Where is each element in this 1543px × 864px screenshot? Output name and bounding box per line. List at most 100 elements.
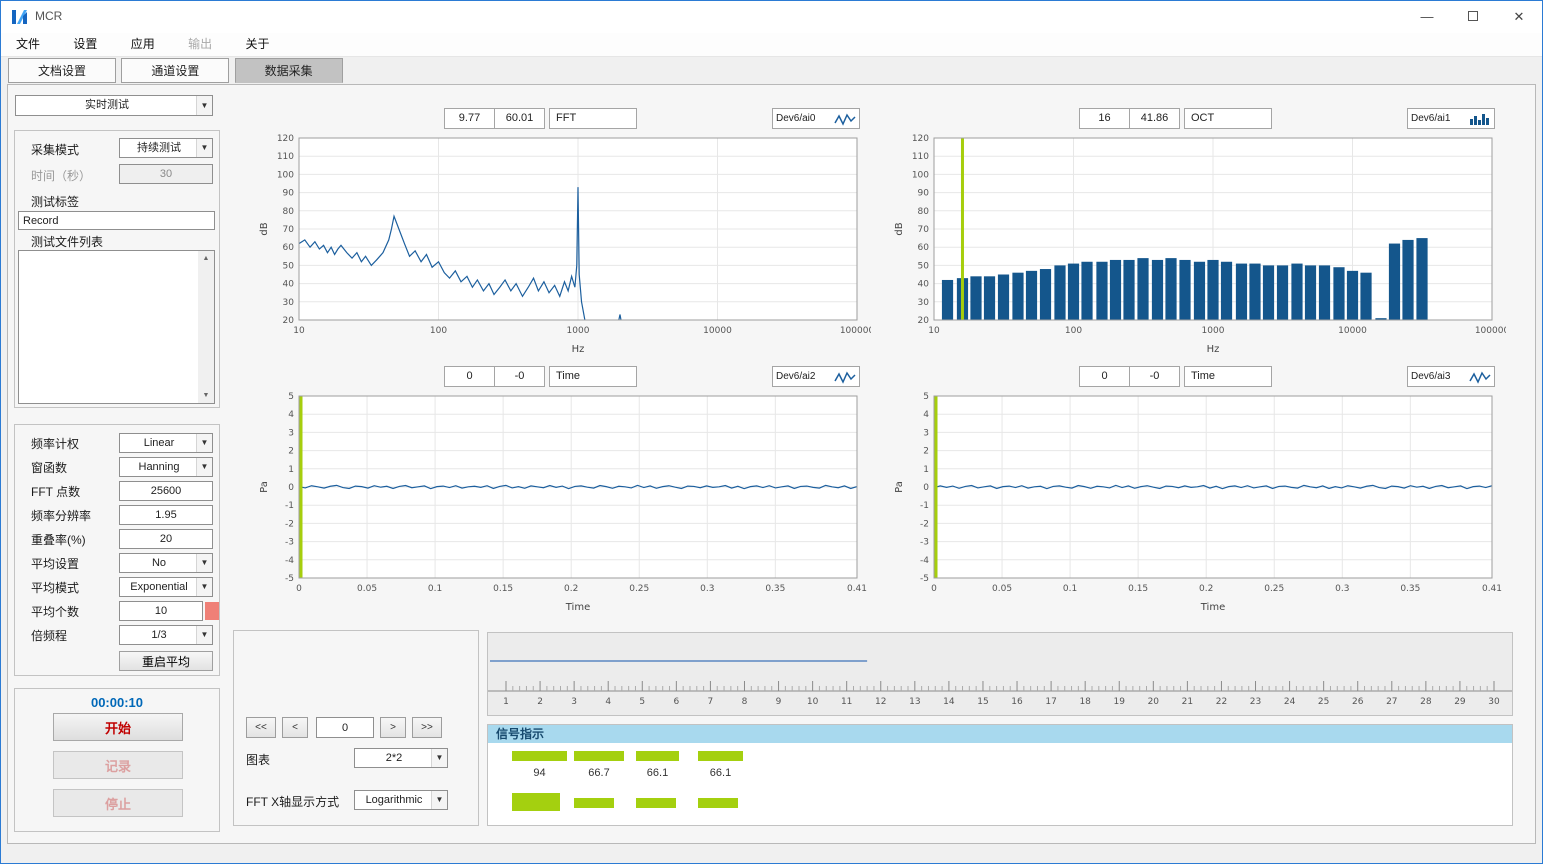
cursor-y-readout: 41.86: [1129, 108, 1180, 129]
window-function-label: 窗函数: [31, 459, 67, 476]
svg-text:60: 60: [283, 243, 295, 253]
last-page-button[interactable]: >>: [412, 717, 442, 738]
svg-text:-1: -1: [920, 501, 929, 511]
next-page-button[interactable]: >: [380, 717, 406, 738]
tab-data-acquisition[interactable]: 数据采集: [235, 58, 343, 83]
window-function-select[interactable]: Hanning▼: [119, 457, 213, 477]
svg-text:5: 5: [639, 697, 645, 707]
overlap-input[interactable]: [119, 529, 213, 549]
restart-average-button[interactable]: 重启平均: [119, 651, 213, 671]
app-logo-icon: [11, 8, 29, 26]
test-file-listbox[interactable]: ▲ ▼: [18, 250, 215, 404]
svg-text:70: 70: [918, 225, 930, 235]
device-name: Dev6/ai2: [776, 367, 815, 386]
menu-file[interactable]: 文件: [1, 33, 55, 56]
svg-text:2: 2: [537, 697, 543, 707]
chevron-down-icon: ▼: [431, 791, 447, 809]
freq-resolution-input[interactable]: [119, 505, 213, 525]
svg-text:100000: 100000: [840, 326, 871, 336]
listbox-scrollbar[interactable]: ▲ ▼: [198, 251, 214, 403]
tab-document-settings[interactable]: 文档设置: [8, 58, 116, 83]
svg-text:Time: Time: [565, 602, 590, 613]
svg-text:19: 19: [1114, 697, 1126, 707]
menu-settings[interactable]: 设置: [58, 33, 112, 56]
svg-text:1000: 1000: [567, 326, 590, 336]
fft-plot[interactable]: 2030405060708090100110120101001000100001…: [241, 130, 871, 365]
svg-text:-1: -1: [285, 501, 294, 511]
chart-layout-select[interactable]: 2*2▼: [354, 748, 448, 768]
time-plot-ai2[interactable]: -5-4-3-2-101234500.050.10.150.20.250.30.…: [241, 388, 871, 623]
page-number-input[interactable]: [316, 717, 374, 738]
svg-text:27: 27: [1386, 697, 1397, 707]
svg-text:30: 30: [918, 298, 930, 308]
svg-text:0: 0: [923, 483, 929, 493]
first-page-button[interactable]: <<: [246, 717, 276, 738]
acq-mode-select[interactable]: 持续测试 ▼: [119, 138, 213, 158]
menu-about[interactable]: 关于: [230, 33, 284, 56]
cursor-y-readout: 60.01: [494, 108, 545, 129]
svg-text:0.35: 0.35: [1400, 584, 1420, 594]
svg-text:2: 2: [923, 447, 929, 457]
svg-text:2: 2: [288, 447, 294, 457]
svg-text:100: 100: [1065, 326, 1082, 336]
minimize-button[interactable]: —: [1404, 1, 1450, 33]
svg-text:90: 90: [918, 189, 930, 199]
chevron-down-icon: ▼: [196, 458, 212, 476]
freq-weighting-select[interactable]: Linear▼: [119, 433, 213, 453]
time-plot-ai3[interactable]: -5-4-3-2-101234500.050.10.150.20.250.30.…: [876, 388, 1506, 623]
prev-page-button[interactable]: <: [282, 717, 308, 738]
start-button[interactable]: 开始: [53, 713, 183, 741]
svg-text:30: 30: [283, 298, 295, 308]
octave-plot[interactable]: 2030405060708090100110120101001000100001…: [876, 130, 1506, 365]
svg-text:Hz: Hz: [572, 344, 585, 355]
device-selector[interactable]: Dev6/ai0: [772, 108, 860, 129]
acq-mode-label: 采集模式: [31, 141, 79, 158]
average-mode-select[interactable]: Exponential▼: [119, 577, 213, 597]
chart-header: 0 -0 Time Dev6/ai2: [241, 366, 874, 388]
menu-application[interactable]: 应用: [116, 33, 170, 56]
svg-text:1: 1: [503, 697, 509, 707]
octave-select[interactable]: 1/3▼: [119, 625, 213, 645]
average-count-input[interactable]: [119, 601, 203, 621]
svg-text:6: 6: [673, 697, 679, 707]
main-panel: 实时测试 ▼ 采集模式 持续测试 ▼ 时间（秒） 测试标签 测试文件列表 ▲ ▼: [7, 84, 1536, 844]
svg-text:14: 14: [943, 697, 955, 707]
record-name-input[interactable]: [18, 211, 215, 230]
fft-points-input[interactable]: [119, 481, 213, 501]
timeline-scrollbar[interactable]: 1234567891011121314151617181920212223242…: [487, 632, 1513, 716]
signal-meter: 66.1: [698, 751, 743, 779]
titlebar: MCR — ✕: [1, 1, 1542, 33]
device-selector[interactable]: Dev6/ai3: [1407, 366, 1495, 387]
svg-text:-2: -2: [920, 519, 929, 529]
average-count-indicator: [205, 602, 219, 620]
maximize-button[interactable]: [1450, 1, 1496, 33]
signal-level-value: 66.1: [636, 767, 679, 779]
device-selector[interactable]: Dev6/ai2: [772, 366, 860, 387]
average-setting-select[interactable]: No▼: [119, 553, 213, 573]
svg-text:10000: 10000: [1338, 326, 1367, 336]
line-chart-icon: [834, 112, 856, 126]
svg-text:100: 100: [430, 326, 447, 336]
test-label-label: 测试标签: [31, 193, 79, 210]
device-name: Dev6/ai3: [1411, 367, 1450, 386]
tab-channel-settings[interactable]: 通道设置: [121, 58, 229, 83]
fft-xaxis-mode-select[interactable]: Logarithmic▼: [354, 790, 448, 810]
svg-text:15: 15: [977, 697, 988, 707]
average-count-label: 平均个数: [31, 603, 79, 620]
svg-text:-3: -3: [920, 538, 929, 548]
svg-text:1000: 1000: [1202, 326, 1225, 336]
svg-text:7: 7: [708, 697, 714, 707]
svg-text:40: 40: [918, 280, 930, 290]
chart-type-label: OCT: [1184, 108, 1272, 129]
scroll-up-icon[interactable]: ▲: [198, 251, 214, 266]
svg-text:0.25: 0.25: [629, 584, 649, 594]
signal-meters: 9466.766.166.1: [488, 743, 1512, 825]
svg-text:4: 4: [605, 697, 611, 707]
close-button[interactable]: ✕: [1496, 1, 1542, 33]
test-mode-select[interactable]: 实时测试 ▼: [15, 95, 213, 116]
device-selector[interactable]: Dev6/ai1: [1407, 108, 1495, 129]
svg-text:4: 4: [923, 410, 929, 420]
display-options-panel: << < > >> 图表 2*2▼ FFT X轴显示方式 Logarithmic…: [233, 630, 479, 826]
scroll-down-icon[interactable]: ▼: [198, 388, 214, 403]
acquisition-panel: 采集模式 持续测试 ▼ 时间（秒） 测试标签 测试文件列表 ▲ ▼: [14, 130, 220, 408]
